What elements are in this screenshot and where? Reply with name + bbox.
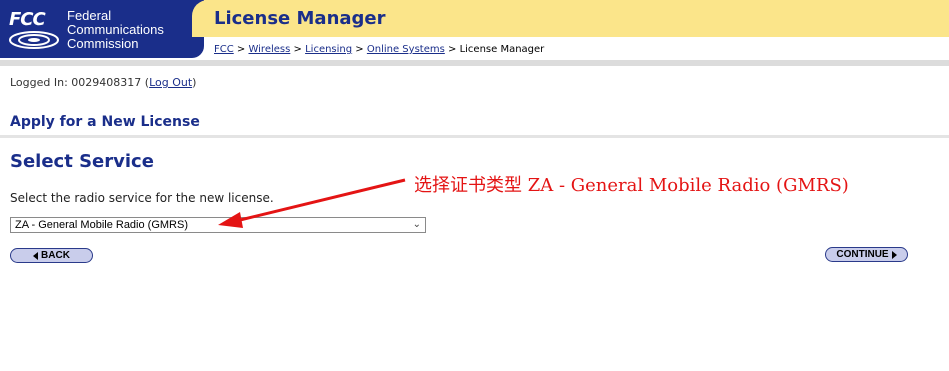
chevron-down-icon: ⌄ <box>412 219 421 230</box>
app-title: License Manager <box>214 8 386 29</box>
back-button-label: BACK <box>41 250 70 261</box>
annotation-text: 选择证书类型 ZA - General Mobile Radio (GMRS) <box>414 175 849 196</box>
section-title: Apply for a New License <box>10 114 200 130</box>
logged-in-status: Logged In: 0029408317 (Log Out) <box>10 76 196 89</box>
back-button[interactable]: BACK <box>10 248 93 263</box>
continue-button-label: CONTINUE <box>836 249 889 260</box>
header-divider <box>0 60 949 66</box>
agency-name-line: Federal <box>67 8 112 23</box>
breadcrumb-link-online-systems[interactable]: Online Systems <box>367 44 445 55</box>
radio-service-select[interactable]: ZA - General Mobile Radio (GMRS) ⌄ <box>10 217 426 233</box>
breadcrumb-current: License Manager <box>459 44 545 55</box>
logged-in-text: Logged In: 0029408317 ( <box>10 76 150 89</box>
fcc-logo[interactable]: FCC Federal Communications Commission <box>0 0 204 58</box>
breadcrumb-bar: FCC > Wireless > Licensing > Online Syst… <box>204 37 949 60</box>
app-title-bar: License Manager <box>192 0 949 37</box>
section-divider <box>0 135 949 138</box>
breadcrumb-separator: > <box>355 44 364 55</box>
agency-name-line: Commission <box>67 36 139 51</box>
logout-link[interactable]: Log Out <box>149 76 192 89</box>
agency-name: Federal Communications Commission <box>67 9 164 51</box>
breadcrumb: FCC > Wireless > Licensing > Online Syst… <box>214 44 544 55</box>
agency-name-line: Communications <box>67 22 164 37</box>
arrow-right-icon <box>891 250 897 259</box>
page-heading: Select Service <box>10 151 154 172</box>
title-bar-curve <box>192 0 216 37</box>
breadcrumb-separator: > <box>293 44 302 55</box>
breadcrumb-separator: > <box>236 44 246 55</box>
breadcrumb-link-fcc[interactable]: FCC <box>214 44 234 55</box>
arrow-left-icon <box>33 251 39 260</box>
site-header: FCC Federal Communications Commission Li… <box>0 0 949 66</box>
logged-in-suffix: ) <box>192 76 197 89</box>
radio-service-selected-value: ZA - General Mobile Radio (GMRS) <box>15 219 188 231</box>
breadcrumb-link-wireless[interactable]: Wireless <box>248 44 290 55</box>
fcc-logo-mark: FCC <box>9 9 46 30</box>
breadcrumb-link-licensing[interactable]: Licensing <box>305 44 352 55</box>
breadcrumb-separator: > <box>448 44 457 55</box>
instruction-text: Select the radio service for the new lic… <box>10 191 274 205</box>
continue-button[interactable]: CONTINUE <box>825 247 908 262</box>
